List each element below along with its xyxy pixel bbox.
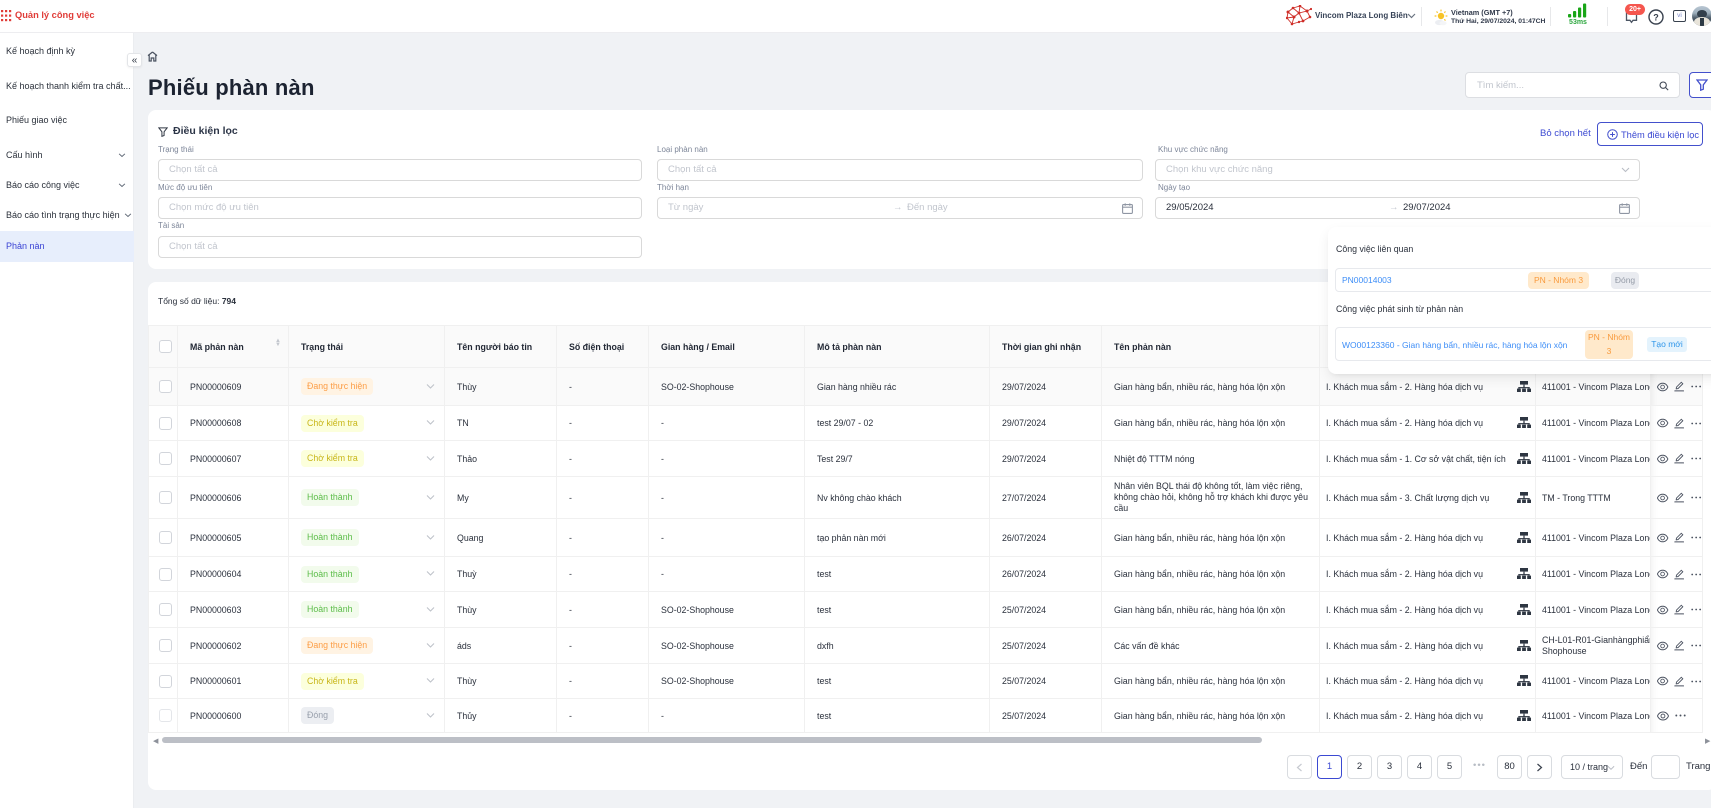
- svg-text:?: ?: [1653, 12, 1659, 22]
